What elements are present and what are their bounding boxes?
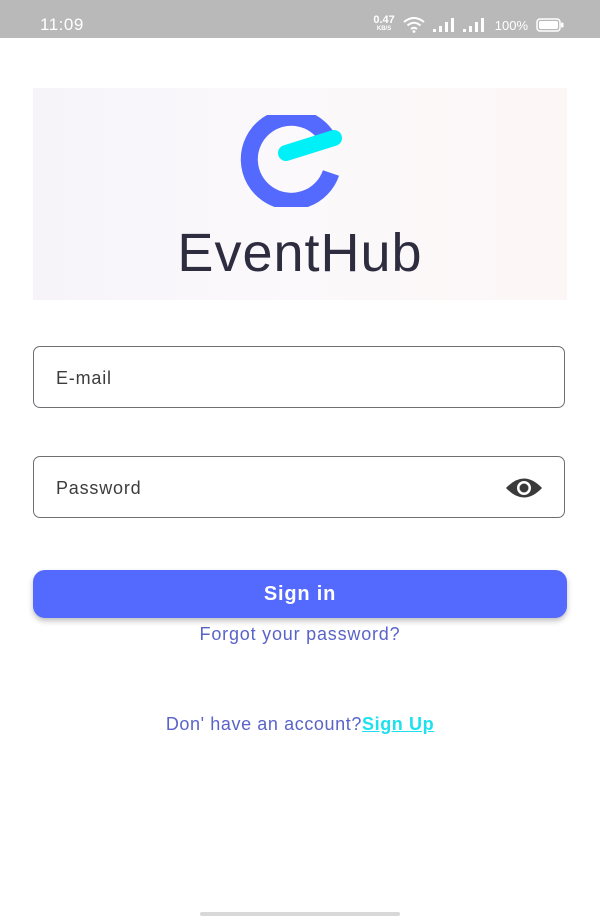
eventhub-logo-icon [240, 115, 342, 207]
password-input[interactable] [54, 457, 498, 519]
home-indicator[interactable] [200, 912, 400, 916]
email-field[interactable] [33, 346, 565, 409]
signal-icon [462, 18, 484, 32]
battery-icon [536, 18, 564, 32]
signup-prompt: Don' have an account? [165, 714, 362, 734]
sign-in-button[interactable]: Sign in [33, 570, 567, 618]
eye-icon[interactable] [504, 475, 544, 501]
signup-row: Don' have an account?Sign Up [0, 714, 600, 735]
forgot-password-link[interactable]: Forgot your password? [0, 624, 600, 645]
status-bar: 11:09 0.47 KB/S 100% [0, 0, 600, 38]
status-time: 11:09 [40, 15, 84, 34]
status-icons: 0.47 KB/S 100% [373, 14, 564, 36]
signal-icon [432, 18, 454, 32]
password-field[interactable] [33, 456, 565, 519]
network-speed-unit: KB/S [376, 26, 392, 32]
email-input[interactable] [54, 347, 498, 409]
wifi-icon [403, 17, 425, 33]
sign-up-link[interactable]: Sign Up [362, 714, 434, 734]
logo-wordmark: EventHub [177, 223, 423, 283]
network-speed: 0.47 KB/S [373, 14, 395, 34]
logo-banner: EventHub [33, 88, 567, 300]
battery-percent: 100% [494, 17, 528, 33]
network-speed-value: 0.47 [373, 14, 395, 26]
